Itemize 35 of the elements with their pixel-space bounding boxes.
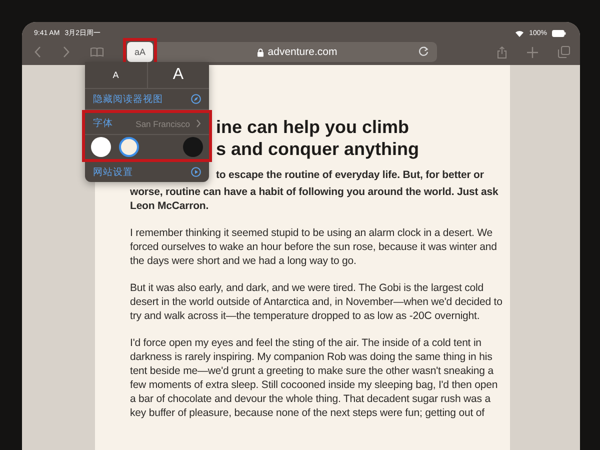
address-bar[interactable]: adventure.com xyxy=(157,42,437,62)
compass-icon xyxy=(191,94,201,104)
forward-icon[interactable] xyxy=(62,46,70,58)
reload-icon[interactable] xyxy=(418,46,429,57)
article-title-line: ine can help you climb xyxy=(216,116,410,138)
decrease-font-button[interactable]: A xyxy=(85,62,146,88)
intro-text: to escape the routine of everyday life. But, for better or xyxy=(216,168,485,183)
address-text: adventure.com xyxy=(268,46,338,58)
website-settings-item[interactable]: 网站设置 xyxy=(85,162,209,182)
battery-icon xyxy=(552,30,566,36)
article-paragraph: But it was also early, and dark, and we were tired. The Gobi is the largest cold desert in the world outside of Antarctica and, in November—when we'd decided to try and walk across it—the temperature dropped to as low as -20C overnight. xyxy=(130,281,504,323)
lock-icon xyxy=(256,48,264,56)
website-settings-label: 网站设置 xyxy=(93,166,133,178)
back-icon[interactable] xyxy=(34,46,42,58)
theme-swatch[interactable] xyxy=(183,137,203,157)
chevron-icon xyxy=(196,119,201,128)
theme-swatch[interactable] xyxy=(119,137,139,157)
book-icon[interactable] xyxy=(90,47,104,57)
article-title-line: s and conquer anything xyxy=(216,138,420,160)
plus-icon[interactable] xyxy=(527,46,538,58)
hide-reader-item[interactable]: 隐藏阅读器视图 xyxy=(85,89,209,110)
increase-font-button[interactable]: A xyxy=(146,62,209,88)
font-item[interactable]: 字体 San Francisco xyxy=(85,113,209,135)
hide-reader-label: 隐藏阅读器视图 xyxy=(93,92,163,106)
intro-text: worse, routine can have a habit of following you around the world. Just ask Leon McCarron. xyxy=(130,185,500,213)
play-circle-icon xyxy=(191,167,201,177)
wifi-icon xyxy=(515,30,524,36)
font-label: 字体 xyxy=(93,117,113,130)
article-paragraph: I'd force open my eyes and feel the sting of the air. The inside of a cold tent in darkness is rarely inspiring. My companion Rob was doing the same thing in his tent beside me—we'd grunt a greeting to make sure the other wasn't sneaking a few moments of extra sleep. Still cocooned inside my sleeping bag, I'd then open a bar of chocolate and devour the whole thing. That decadent sugar rush was a key buffer of pleasure, because none of the next steps were fun; getting out of xyxy=(130,336,499,420)
share-icon[interactable] xyxy=(497,46,507,58)
font-value: San Francisco xyxy=(136,118,190,128)
theme-swatch[interactable] xyxy=(91,137,111,157)
tabs-icon[interactable] xyxy=(558,46,570,58)
reader-view-button[interactable]: aA xyxy=(127,42,153,62)
article-paragraph: I remember thinking it seemed stupid to be using an alarm clock in a desert. We forced ourselves to wake an hour before the sun rose, because it was winter and the days were short and we had a long way to go. xyxy=(130,226,498,268)
